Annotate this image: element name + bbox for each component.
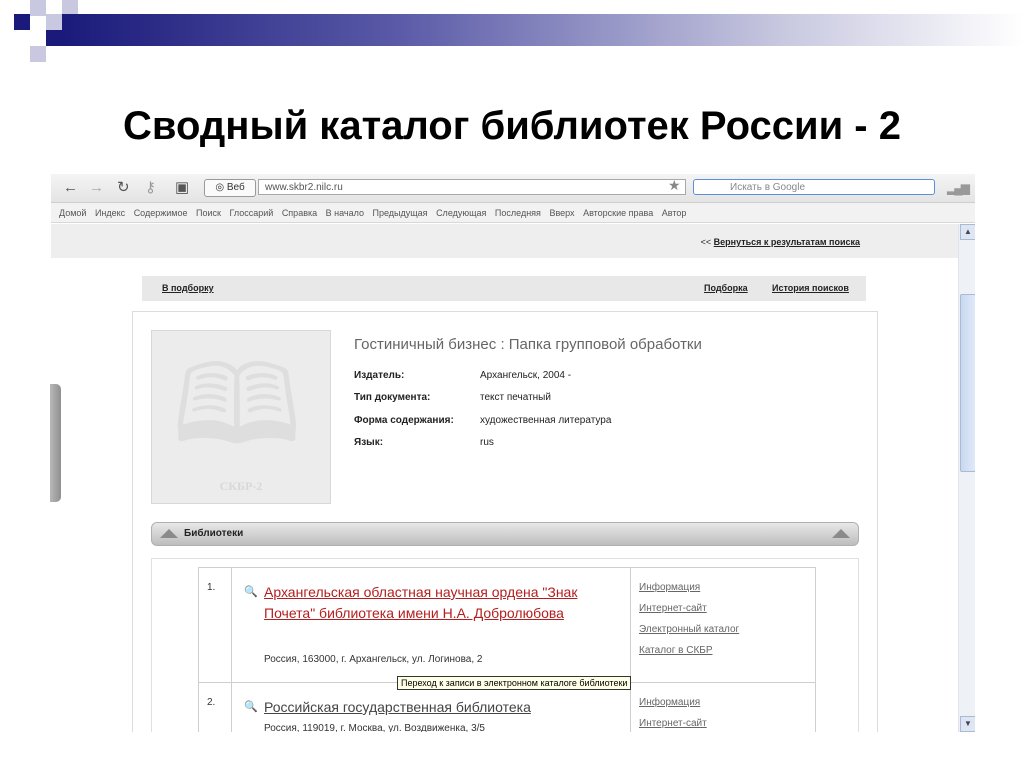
browser-toolbar: ← → ↻ ⚷ ▣ ◎ Веб www.skbr2.nilc.ru ★ 8 ▼ …	[51, 174, 975, 203]
info-link[interactable]: Информация	[639, 582, 700, 593]
to-selection-link[interactable]: В подборку	[162, 283, 214, 293]
deco-square	[30, 46, 46, 62]
nav-item[interactable]: Предыдущая	[373, 208, 428, 218]
star-icon[interactable]: ★	[668, 177, 681, 194]
cover-label: СКБР-2	[219, 479, 263, 493]
skbr-catalog-link[interactable]: Каталог в СКБР	[639, 645, 713, 656]
row-number: 2.	[207, 697, 216, 708]
page-viewport: << Вернуться к результатам поиска В подб…	[51, 224, 958, 732]
table-row: 2. 🔍 Российская государственная библиоте…	[199, 683, 815, 732]
selection-bar: В подборку Подборка История поисков	[142, 276, 866, 301]
sidebar-toggle-tab[interactable]	[50, 384, 61, 502]
back-bar: << Вернуться к результатам поиска	[51, 224, 958, 258]
deco-square	[14, 14, 30, 30]
libraries-header[interactable]: Библиотеки	[151, 522, 859, 546]
website-link[interactable]: Интернет-сайт	[639, 603, 707, 614]
scroll-down-icon[interactable]: ▼	[960, 716, 975, 732]
back-to-results: << Вернуться к результатам поиска	[701, 237, 860, 247]
deco-square	[62, 0, 78, 14]
book-icon: 🕮	[172, 344, 302, 467]
browser-window: ← → ↻ ⚷ ▣ ◎ Веб www.skbr2.nilc.ru ★ 8 ▼ …	[51, 174, 975, 732]
row-number: 1.	[207, 582, 216, 593]
vertical-scrollbar[interactable]: ▲ ▼	[958, 224, 975, 732]
field-value: rus	[480, 437, 494, 448]
title-gradient-bar	[62, 14, 1024, 46]
website-link[interactable]: Интернет-сайт	[639, 718, 707, 729]
slide-title: Сводный каталог библиотек России - 2	[123, 104, 901, 148]
library-name-link[interactable]: Российская государственная библиотека	[264, 697, 614, 718]
back-prefix: <<	[700, 237, 712, 247]
nav-item[interactable]: Домой	[59, 208, 86, 218]
bookmarks-icon[interactable]: ▣	[175, 179, 189, 197]
libraries-table: 1. 🔍 Архангельская областная научная орд…	[198, 567, 816, 732]
back-arrow-icon[interactable]: ←	[63, 179, 78, 197]
scroll-thumb[interactable]	[960, 294, 975, 472]
field-value: текст печатный	[480, 392, 551, 403]
slide-decoration	[0, 0, 1024, 62]
record-card: 🕮 СКБР-2 Гостиничный бизнес : Папка груп…	[132, 311, 878, 732]
table-row: 1. 🔍 Архангельская областная научная орд…	[199, 568, 815, 683]
reload-icon[interactable]: ↻	[117, 179, 130, 197]
nav-item[interactable]: Вверх	[549, 208, 574, 218]
site-nav-bar: Домой Индекс Содержимое Поиск Глоссарий …	[51, 203, 975, 223]
record-title: Гостиничный бизнес : Папка групповой обр…	[354, 336, 702, 353]
scroll-up-icon[interactable]: ▲	[960, 224, 975, 240]
nav-item[interactable]: Справка	[282, 208, 317, 218]
library-cell: 🔍 Архангельская областная научная ордена…	[231, 568, 631, 682]
nav-item[interactable]: Автор	[662, 208, 687, 218]
nav-item[interactable]: Индекс	[95, 208, 125, 218]
magnifier-icon: 🔍	[244, 701, 258, 713]
nav-item[interactable]: В начало	[326, 208, 364, 218]
library-address: Россия, 163000, г. Архангельск, ул. Логи…	[264, 654, 483, 665]
ecatalog-link[interactable]: Электронный каталог	[639, 624, 739, 635]
library-cell: 🔍 Российская государственная библиотека …	[231, 683, 631, 732]
libraries-header-label: Библиотеки	[184, 528, 244, 539]
nav-item[interactable]: Глоссарий	[230, 208, 274, 218]
address-bar[interactable]: www.skbr2.nilc.ru	[258, 179, 686, 195]
field-value: Архангельск, 2004 -	[480, 370, 572, 381]
collapse-icon[interactable]	[160, 529, 178, 538]
signal-icon: ▂▄▆	[947, 181, 970, 195]
field-label: Форма содержания:	[354, 415, 454, 426]
nav-item[interactable]: Последняя	[495, 208, 541, 218]
back-to-results-link[interactable]: Вернуться к результатам поиска	[714, 237, 860, 247]
deco-square	[46, 30, 62, 46]
field-label: Издатель:	[354, 370, 405, 381]
magnifier-icon: 🔍	[244, 586, 258, 598]
web-button-label: Веб	[226, 182, 245, 193]
nav-item[interactable]: Содержимое	[134, 208, 188, 218]
search-history-link[interactable]: История поисков	[772, 283, 849, 293]
cover-placeholder: 🕮 СКБР-2	[151, 330, 331, 504]
tooltip: Переход к записи в электронном каталоге …	[397, 676, 632, 690]
collapse-icon[interactable]	[832, 529, 850, 538]
selection-link[interactable]: Подборка	[704, 283, 748, 293]
deco-square	[30, 0, 46, 16]
nav-item[interactable]: Следующая	[436, 208, 486, 218]
library-address: Россия, 119019, г. Москва, ул. Воздвижен…	[264, 723, 485, 732]
web-button[interactable]: ◎ Веб	[204, 179, 256, 197]
field-label: Язык:	[354, 437, 384, 448]
field-label: Тип документа:	[354, 392, 431, 403]
nav-item[interactable]: Поиск	[196, 208, 221, 218]
libraries-frame: 1. 🔍 Архангельская областная научная орд…	[151, 558, 859, 732]
forward-arrow-icon[interactable]: →	[89, 179, 104, 197]
field-value: художественная литература	[480, 415, 612, 426]
key-icon[interactable]: ⚷	[145, 179, 156, 197]
library-name-link[interactable]: Архангельская областная научная ордена "…	[264, 582, 614, 624]
search-input[interactable]: Искать в Google	[693, 179, 935, 195]
info-link[interactable]: Информация	[639, 697, 700, 708]
deco-square	[46, 14, 62, 30]
nav-item[interactable]: Авторские права	[583, 208, 653, 218]
